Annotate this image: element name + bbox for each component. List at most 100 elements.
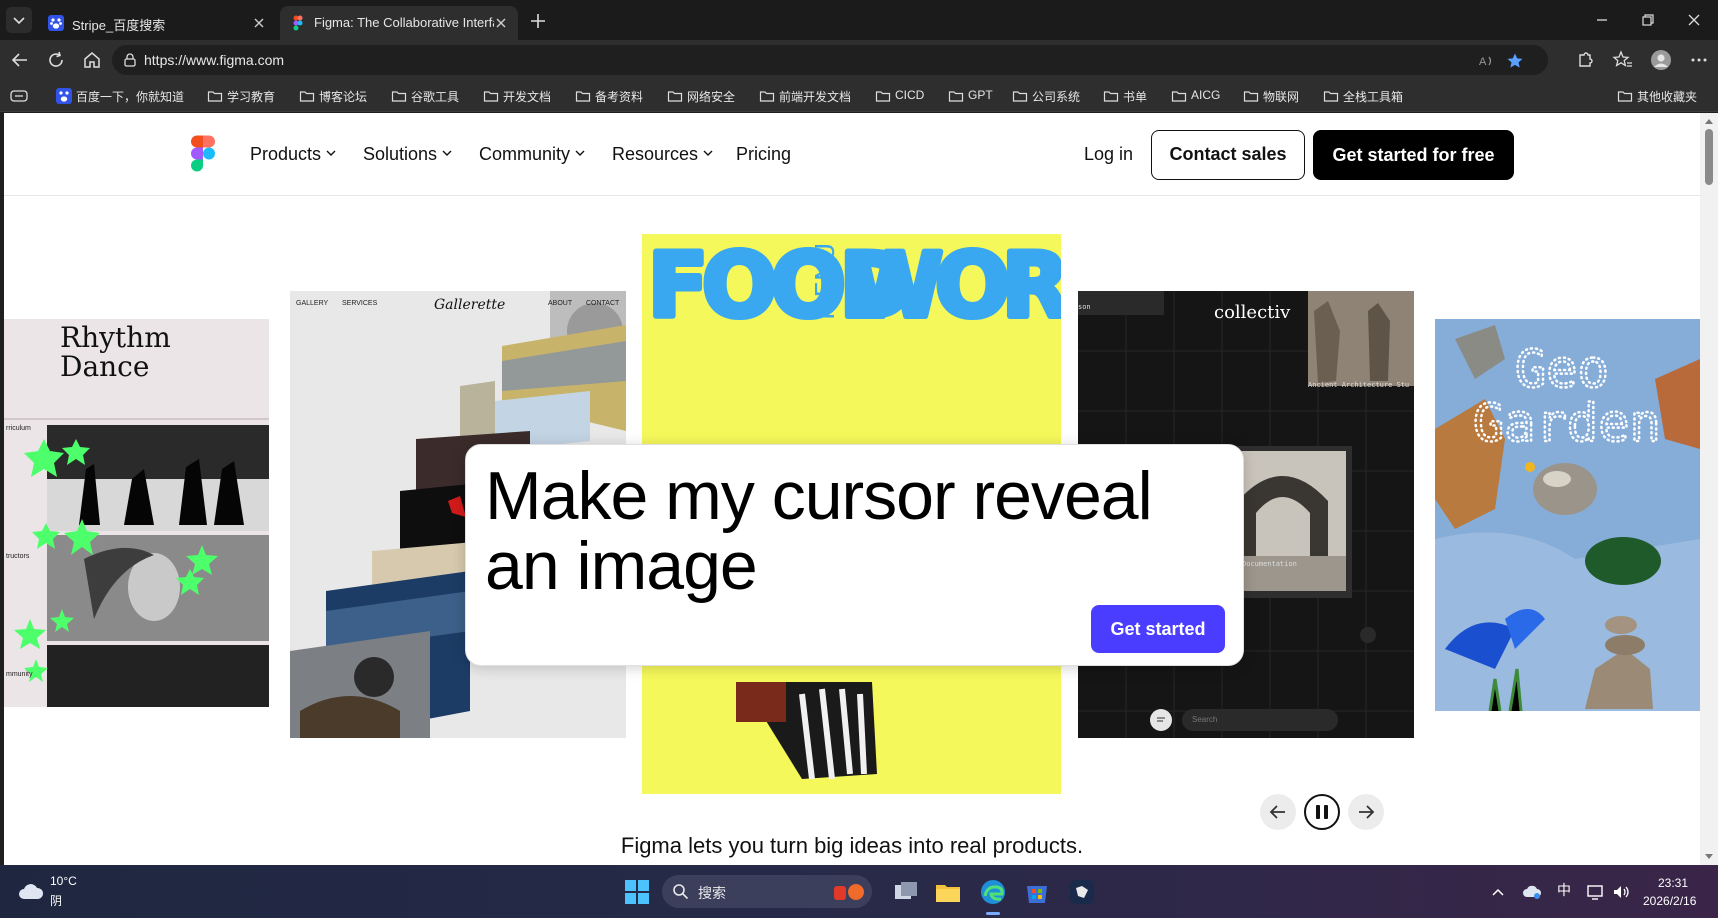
file-explorer-icon[interactable] xyxy=(932,876,964,908)
baidu-icon xyxy=(48,15,64,31)
url-text[interactable]: https://www.figma.com xyxy=(144,52,284,68)
profile-avatar-icon[interactable] xyxy=(1650,49,1672,71)
nav-products[interactable]: Products xyxy=(250,144,337,165)
chevron-up-icon[interactable] xyxy=(1488,882,1508,902)
close-window-icon[interactable] xyxy=(1682,8,1706,32)
bookmark-folder[interactable]: 书单 xyxy=(1103,87,1153,105)
tab-figma[interactable]: Figma: The Collaborative Interface xyxy=(280,6,518,40)
tab-actions-icon[interactable] xyxy=(10,89,28,103)
favorite-star-icon[interactable] xyxy=(1506,52,1524,70)
scrollbar-thumb[interactable] xyxy=(1705,129,1713,185)
chevron-down-icon xyxy=(442,150,452,156)
folder-icon xyxy=(483,91,499,102)
task-view-icon[interactable] xyxy=(890,876,922,908)
bookmark-baidu[interactable]: 百度一下，你就知道 xyxy=(56,87,214,105)
bookmark-folder[interactable]: 物联网 xyxy=(1243,87,1309,105)
volume-icon[interactable] xyxy=(1611,882,1631,902)
carousel-pause-button[interactable] xyxy=(1304,794,1340,830)
bookmarks-bar: 百度一下，你就知道 学习教育 博客论坛 谷歌工具 开发文档 备考资料 网络安全 … xyxy=(0,80,1718,112)
nav-resources[interactable]: Resources xyxy=(612,144,714,165)
get-started-button[interactable]: Get started xyxy=(1091,605,1225,653)
tab-actions-menu-button[interactable] xyxy=(6,7,32,33)
url-input[interactable]: https://www.figma.com A xyxy=(112,45,1548,75)
close-icon[interactable] xyxy=(250,14,268,32)
back-arrow-icon[interactable] xyxy=(8,48,32,72)
bookmark-label: 公司系统 xyxy=(1032,90,1081,104)
folder-icon xyxy=(1103,91,1119,102)
favorites-list-icon[interactable] xyxy=(1612,49,1634,71)
hero-tagline: Figma lets you turn big ideas into real … xyxy=(620,833,1084,858)
more-menu-icon[interactable] xyxy=(1688,49,1710,71)
dev-tool-app-icon[interactable] xyxy=(1066,876,1098,908)
scroll-down-icon[interactable] xyxy=(1704,853,1714,861)
arrow-right-icon xyxy=(1359,805,1375,819)
card-label: tructors xyxy=(6,553,30,560)
bookmark-label: 百度一下，你就知道 xyxy=(76,90,185,104)
windows-taskbar: 10°C 阴 搜索 中 23:31 2026/2/16 xyxy=(0,865,1718,918)
lock-icon[interactable] xyxy=(122,52,138,68)
clock-date[interactable]: 2026/2/16 xyxy=(1643,894,1696,908)
bookmark-folder[interactable]: 公司系统 xyxy=(1012,87,1086,105)
microsoft-store-icon[interactable] xyxy=(1021,876,1053,908)
search-icon xyxy=(673,884,689,900)
nav-label: Pricing xyxy=(736,144,792,164)
food-menu-word: MENU xyxy=(811,243,841,320)
collectiv-top-label: son xyxy=(1078,303,1091,311)
bookmark-folder[interactable]: 备考资料 xyxy=(575,87,649,105)
folder-icon xyxy=(667,91,683,102)
cloud-sync-icon[interactable] xyxy=(1522,882,1542,902)
bookmark-folder[interactable]: GPT xyxy=(948,87,998,105)
bookmark-label: GPT xyxy=(968,88,993,102)
ime-indicator[interactable]: 中 xyxy=(1557,880,1577,900)
bookmark-folder[interactable]: 全栈工具箱 xyxy=(1323,87,1409,105)
scroll-up-icon[interactable] xyxy=(1704,117,1714,125)
bookmark-label: 谷歌工具 xyxy=(411,90,460,104)
login-link[interactable]: Log in xyxy=(1084,144,1133,165)
clock-time[interactable]: 23:31 xyxy=(1658,876,1688,890)
carousel-prev-button[interactable] xyxy=(1260,794,1296,830)
carousel-next-button[interactable] xyxy=(1348,794,1384,830)
tab-stripe-baidu[interactable]: Stripe_百度搜索 xyxy=(38,6,276,40)
folder-icon xyxy=(759,91,775,102)
showcase-card-geo-garden[interactable]: Geo Garden xyxy=(1435,319,1700,711)
weather-temperature[interactable]: 10°C xyxy=(50,874,77,888)
bookmark-folder[interactable]: 前端开发文档 xyxy=(759,87,857,105)
nav-solutions[interactable]: Solutions xyxy=(363,144,453,165)
bookmark-folder[interactable]: CICD xyxy=(875,87,933,105)
contact-sales-button[interactable]: Contact sales xyxy=(1151,130,1305,180)
folder-icon xyxy=(207,91,223,102)
home-icon[interactable] xyxy=(80,48,104,72)
folder-icon xyxy=(1323,91,1339,102)
weather-condition[interactable]: 阴 xyxy=(50,892,62,909)
nav-community[interactable]: Community xyxy=(479,144,586,165)
refresh-icon[interactable] xyxy=(44,48,68,72)
bookmark-label: 物联网 xyxy=(1263,90,1300,104)
page-scrollbar[interactable] xyxy=(1700,113,1718,865)
bookmark-folder[interactable]: 博客论坛 xyxy=(299,87,373,105)
taskbar-search-box[interactable]: 搜索 xyxy=(662,875,872,908)
read-aloud-icon[interactable]: A xyxy=(1478,52,1496,70)
bookmark-folder[interactable]: 学习教育 xyxy=(207,87,281,105)
extensions-icon[interactable] xyxy=(1574,49,1596,71)
figma-logo-icon[interactable] xyxy=(190,135,216,173)
minimize-icon[interactable] xyxy=(1590,8,1614,32)
bookmark-folder[interactable]: 开发文档 xyxy=(483,87,557,105)
bookmark-label: 前端开发文档 xyxy=(779,90,852,104)
bookmark-folder[interactable]: 谷歌工具 xyxy=(391,87,465,105)
showcase-card-rhythm-dance[interactable]: Rhythm Dance rriculum tructors mmunity xyxy=(4,319,269,707)
new-tab-plus-icon[interactable] xyxy=(526,9,550,33)
restore-icon[interactable] xyxy=(1636,8,1660,32)
edge-browser-icon[interactable] xyxy=(977,876,1009,908)
windows-start-icon[interactable] xyxy=(621,876,653,908)
close-icon[interactable] xyxy=(492,14,510,32)
bookmark-other-folder[interactable]: 其他收藏夹 xyxy=(1617,87,1707,105)
nav-divider xyxy=(4,195,1700,196)
network-icon[interactable] xyxy=(1585,882,1605,902)
bookmark-folder[interactable]: 网络安全 xyxy=(667,87,741,105)
cloud-icon[interactable] xyxy=(18,881,44,901)
folder-icon xyxy=(1617,91,1633,102)
collectiv-caption: Documentation xyxy=(1242,560,1297,568)
get-started-free-button[interactable]: Get started for free xyxy=(1313,130,1514,180)
bookmark-folder[interactable]: AICG xyxy=(1171,87,1229,105)
nav-pricing[interactable]: Pricing xyxy=(736,144,791,165)
